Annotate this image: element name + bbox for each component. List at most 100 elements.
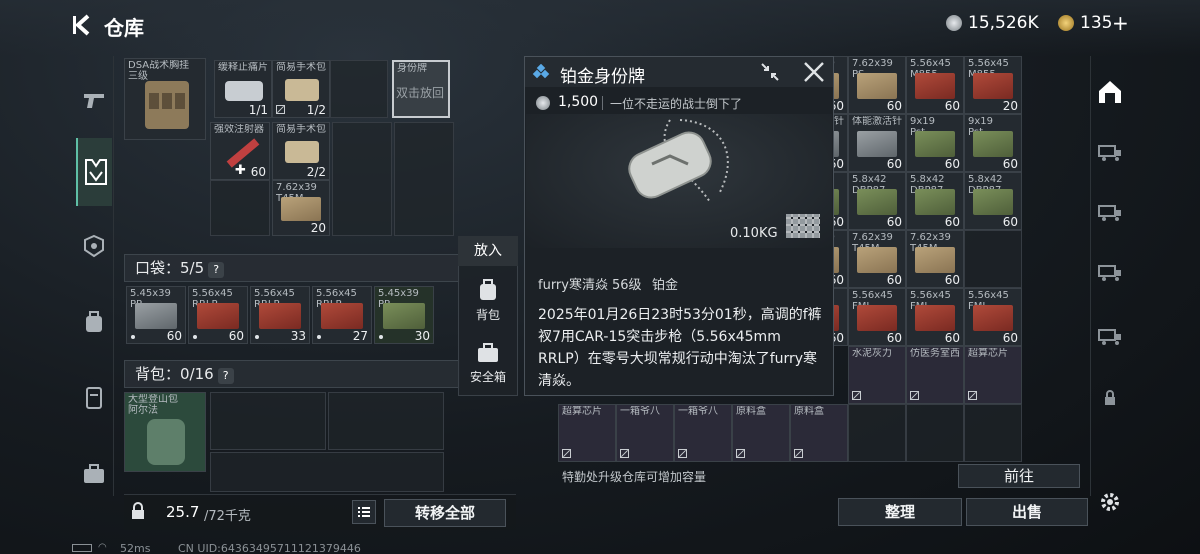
stash-slot[interactable]: 9x19 Pst60 bbox=[964, 114, 1022, 172]
dot-icon bbox=[317, 335, 321, 339]
stash-slot[interactable]: 超算芯片 bbox=[558, 404, 616, 462]
stash-slot[interactable]: 5.8x42 DBP8760 bbox=[964, 172, 1022, 230]
backpack-help-button[interactable]: ? bbox=[217, 368, 234, 384]
item-price: 1,500 bbox=[558, 94, 599, 110]
no-drop-icon bbox=[620, 449, 629, 458]
injector-slot[interactable]: 强效注射器 ✚ 60 bbox=[210, 122, 270, 180]
sidebar-backpack[interactable] bbox=[76, 304, 112, 340]
back-arrow-icon bbox=[73, 14, 90, 36]
stash-tab-3[interactable] bbox=[1092, 194, 1128, 230]
stash-item-name: 仿医务室西 bbox=[910, 348, 960, 359]
stash-slot[interactable]: 5.56x45 FMJ60 bbox=[848, 288, 906, 346]
stash-slot[interactable]: 5.8x42 DBP8760 bbox=[848, 172, 906, 230]
pocket-slot-4[interactable]: 5.56x45 RRLP27 bbox=[312, 286, 372, 344]
put-into-safebox-option[interactable]: 安全箱 bbox=[460, 336, 516, 392]
empty-slot[interactable] bbox=[848, 404, 906, 462]
dogtag-slot[interactable]: 身份牌 双击放回 bbox=[392, 60, 450, 118]
pockets-help-button[interactable]: ? bbox=[208, 262, 225, 278]
stash-slot[interactable]: 5.8x42 DBP8760 bbox=[906, 172, 964, 230]
price-coin-icon bbox=[536, 96, 550, 110]
sort-button[interactable]: 整理 bbox=[838, 498, 962, 526]
surgery-kit-icon bbox=[285, 79, 319, 101]
sidebar-armor[interactable] bbox=[76, 228, 112, 264]
sidebar-container[interactable] bbox=[76, 380, 112, 416]
stash-slot[interactable]: 7.62x39 PS60 bbox=[848, 56, 906, 114]
stash-slot[interactable]: 5.56x45 M85560 bbox=[906, 56, 964, 114]
empty-slot[interactable] bbox=[210, 392, 326, 450]
sidebar-gear-active[interactable] bbox=[76, 138, 112, 206]
surgery-kit-slot-2[interactable]: 简易手术包 2/2 bbox=[272, 122, 330, 180]
player-rank: 铂金 bbox=[652, 278, 679, 293]
stash-tab-locked[interactable] bbox=[1092, 380, 1128, 416]
backpack-slot[interactable]: 大型登山包 阿尔法 bbox=[124, 392, 206, 472]
armor-icon bbox=[84, 234, 104, 258]
stash-item-name: 水泥灰力 bbox=[852, 348, 892, 359]
add-currency-button[interactable]: + bbox=[1112, 11, 1129, 35]
stash-slot[interactable]: 一箱爷八 bbox=[616, 404, 674, 462]
stash-slot[interactable] bbox=[964, 230, 1022, 288]
stash-slot[interactable]: 5.56x45 FMJ60 bbox=[964, 288, 1022, 346]
stash-slot[interactable]: 超算芯片 bbox=[964, 346, 1022, 404]
painkiller-slot[interactable]: 缓释止痛片 1/1 bbox=[214, 60, 272, 118]
pocket-slot-3[interactable]: 5.56x45 RRLP33 bbox=[250, 286, 310, 344]
stash-slot[interactable]: 仿医务室西 bbox=[906, 346, 964, 404]
back-button[interactable] bbox=[70, 12, 96, 38]
stash-item-name: 超算芯片 bbox=[968, 348, 1008, 359]
empty-slot[interactable] bbox=[906, 404, 964, 462]
premium-balance: 135 bbox=[1080, 13, 1113, 33]
close-button[interactable] bbox=[802, 60, 826, 84]
empty-slot[interactable] bbox=[394, 122, 454, 236]
empty-slot[interactable] bbox=[210, 452, 444, 492]
stash-slot[interactable]: 9x19 Pst60 bbox=[906, 114, 964, 172]
transfer-all-button[interactable]: 转移全部 bbox=[384, 499, 506, 527]
price-divider bbox=[602, 96, 603, 110]
pocket-slot-5[interactable]: 5.45x39 PP30 bbox=[374, 286, 434, 344]
ammo-box-icon bbox=[857, 305, 897, 331]
stash-item-count: 60 bbox=[886, 215, 902, 229]
pocket-slot-2[interactable]: 5.56x45 RRLP60 bbox=[188, 286, 248, 344]
sidebar-weapon[interactable] bbox=[76, 82, 112, 118]
left-sidebar bbox=[70, 56, 114, 496]
stash-slot[interactable]: 体能激活针 60 bbox=[848, 114, 906, 172]
stash-slot[interactable]: 原料盒 bbox=[732, 404, 790, 462]
stash-slot[interactable]: 7.62x39 T45M60 bbox=[848, 230, 906, 288]
stash-tab-2[interactable] bbox=[1092, 134, 1128, 170]
stash-slot[interactable]: 5.56x45 M85520 bbox=[964, 56, 1022, 114]
settings-button[interactable] bbox=[1092, 484, 1128, 520]
ammo-box-icon bbox=[915, 131, 955, 157]
stash-slot[interactable]: 原料盒 bbox=[790, 404, 848, 462]
ammo-box-icon bbox=[857, 131, 897, 157]
ammo-box-icon bbox=[915, 247, 955, 273]
size-grid-icon bbox=[786, 214, 820, 238]
stash-slot[interactable]: 一箱爷八 bbox=[674, 404, 732, 462]
stash-item-count: 60 bbox=[886, 273, 902, 287]
put-into-backpack-option[interactable]: 背包 bbox=[460, 270, 516, 326]
stash-slot[interactable]: 7.62x39 T45M60 bbox=[906, 230, 964, 288]
surgery-kit-icon-2 bbox=[285, 141, 319, 163]
empty-slot[interactable] bbox=[328, 392, 444, 450]
empty-slot[interactable] bbox=[330, 60, 388, 118]
sell-button[interactable]: 出售 bbox=[966, 498, 1088, 526]
empty-slot[interactable] bbox=[210, 180, 270, 236]
stash-slot[interactable]: 5.56x45 FMJ60 bbox=[906, 288, 964, 346]
stash-tab-main[interactable] bbox=[1092, 74, 1128, 110]
ammo-count: 20 bbox=[310, 221, 326, 235]
ammo-box-icon bbox=[973, 131, 1013, 157]
chest-rig-slot[interactable]: DSA战术胸挂 三级 bbox=[124, 58, 206, 140]
pocket-slot-1[interactable]: 5.45x39 PP60 bbox=[126, 286, 186, 344]
sidebar-safebox[interactable] bbox=[76, 456, 112, 492]
stash-tab-4[interactable] bbox=[1092, 254, 1128, 290]
ammo-slot-t45m[interactable]: 7.62x39 T45M 20 bbox=[272, 180, 330, 236]
surgery-kit-slot-1[interactable]: 简易手术包 1/2 bbox=[272, 60, 330, 118]
ammo-box-icon bbox=[383, 303, 425, 329]
lock-icon bbox=[130, 502, 146, 520]
goto-button[interactable]: 前往 bbox=[958, 464, 1080, 488]
empty-slot[interactable] bbox=[964, 404, 1022, 462]
collapse-button[interactable] bbox=[758, 60, 782, 84]
list-view-button[interactable] bbox=[352, 500, 376, 524]
stash-tab-5[interactable] bbox=[1092, 318, 1128, 354]
popup-title: 铂金身份牌 bbox=[560, 67, 645, 87]
stash-slot[interactable]: 水泥灰力 bbox=[848, 346, 906, 404]
safebox-option-label: 安全箱 bbox=[469, 370, 506, 384]
empty-slot[interactable] bbox=[332, 122, 392, 236]
